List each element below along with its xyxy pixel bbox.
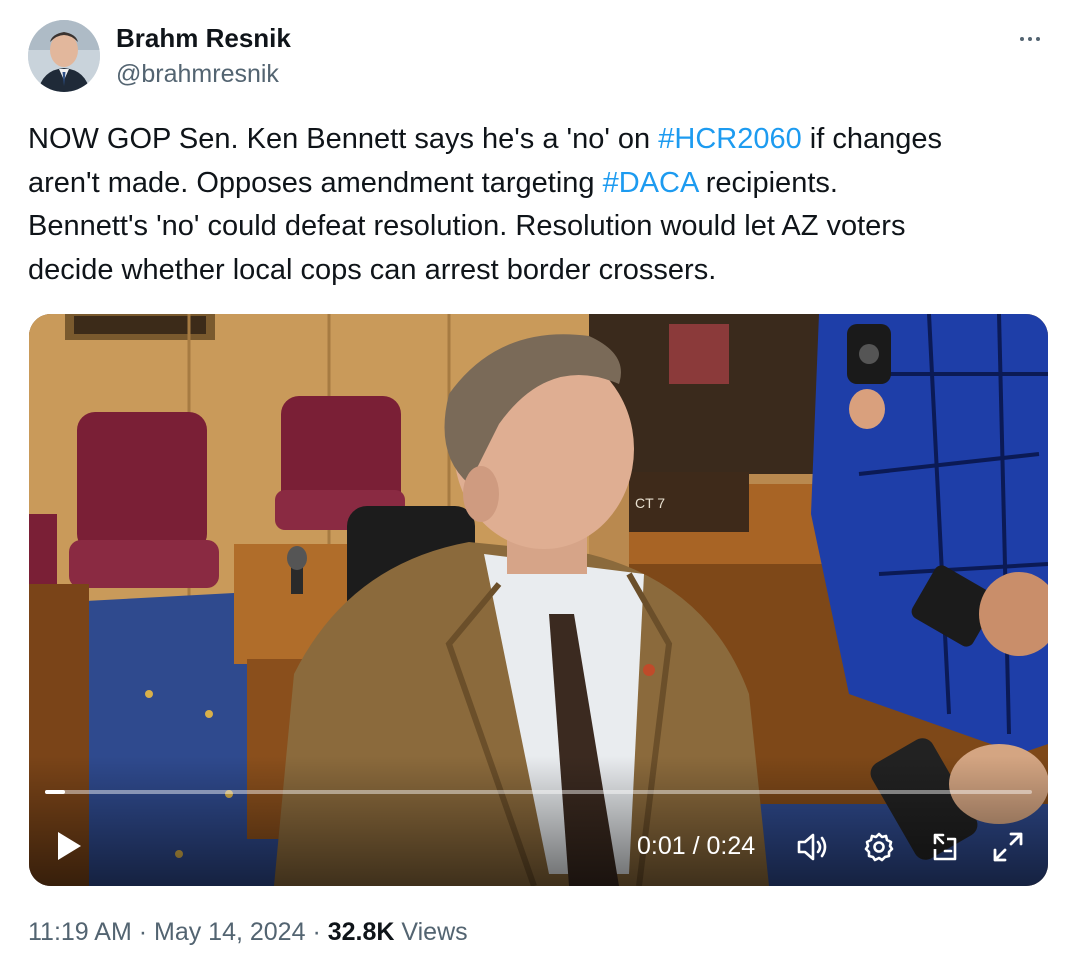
- more-icon: [1020, 37, 1024, 41]
- more-icon-dot: [1028, 37, 1032, 41]
- video-time-display: 0:01 / 0:24: [637, 830, 787, 862]
- tweet-text: NOW GOP Sen. Ken Bennett says he's a 'no…: [28, 118, 1028, 292]
- more-icon-dot: [1036, 37, 1040, 41]
- author-handle[interactable]: @brahmresnik: [116, 58, 279, 90]
- video-controls-gradient: [29, 756, 1048, 886]
- meta-separator: ·: [305, 918, 328, 946]
- volume-button[interactable]: [793, 828, 833, 866]
- tweet-time[interactable]: 11:19 AM: [28, 918, 132, 946]
- gear-icon: [864, 832, 894, 862]
- picture-in-picture-button[interactable]: [927, 828, 963, 866]
- video-player[interactable]: CT 7 0:01 / 0:24: [29, 314, 1048, 886]
- tweet-text-segment: Bennett's 'no' could defeat resolution. …: [28, 210, 906, 242]
- tweet-text-segment: NOW GOP Sen. Ken Bennett says he's a 'no…: [28, 123, 659, 155]
- views-label: Views: [394, 918, 468, 946]
- more-options-button[interactable]: [1010, 24, 1050, 54]
- current-time: 0:01: [637, 832, 686, 860]
- tweet-text-line: NOW GOP Sen. Ken Bennett says he's a 'no…: [28, 118, 1028, 162]
- avatar[interactable]: [28, 20, 100, 92]
- volume-icon: [797, 833, 827, 861]
- tweet-text-segment: recipients.: [697, 166, 838, 199]
- tweet-text-segment: aren't made. Opposes amendment targeting: [28, 166, 603, 199]
- hashtag-link[interactable]: #HCR2060: [658, 123, 801, 155]
- video-duration: 0:24: [706, 832, 756, 860]
- tweet-card: Brahm Resnik @brahmresnik NOW GOP Sen. K…: [0, 0, 1078, 972]
- tweet-meta: 11:19 AM · May 14, 2024 · 32.8K Views: [28, 914, 468, 950]
- tweet-text-line: decide whether local cops can arrest bor…: [28, 249, 1028, 293]
- avatar-image: [28, 20, 100, 92]
- video-progress-bar[interactable]: [45, 790, 1032, 794]
- settings-button[interactable]: [859, 828, 899, 866]
- author-name[interactable]: Brahm Resnik: [116, 22, 291, 54]
- hashtag-link[interactable]: #DACA: [603, 167, 698, 199]
- play-icon: [58, 832, 81, 860]
- time-separator: /: [685, 832, 707, 860]
- tweet-text-line: aren't made. Opposes amendment targeting…: [28, 162, 1028, 206]
- meta-separator: ·: [131, 918, 154, 946]
- video-progress-fill: [45, 790, 65, 794]
- tweet-text-segment: if changes: [801, 123, 942, 155]
- tweet-date[interactable]: May 14, 2024: [154, 918, 306, 946]
- picture-in-picture-icon: [933, 833, 957, 861]
- svg-text:CT 7: CT 7: [635, 495, 665, 511]
- views-count: 32.8K: [327, 918, 395, 946]
- tweet-text-line: Bennett's 'no' could defeat resolution. …: [28, 205, 1028, 249]
- fullscreen-button[interactable]: [989, 828, 1027, 866]
- tweet-text-segment: decide whether local cops can arrest bor…: [28, 253, 717, 286]
- play-button[interactable]: [51, 826, 87, 866]
- expand-icon: [993, 832, 1023, 862]
